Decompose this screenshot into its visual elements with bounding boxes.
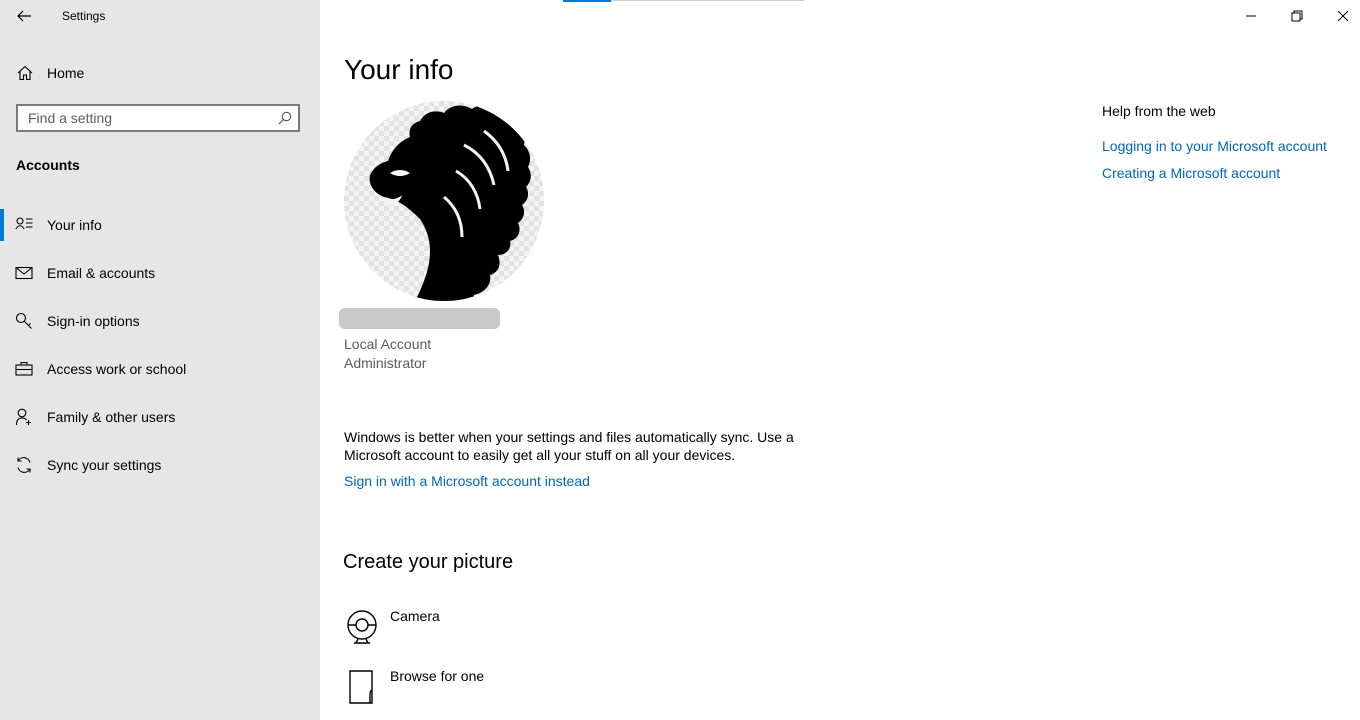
sidebar-item-label: Your info <box>47 217 102 233</box>
sidebar-item-label: Sign-in options <box>47 313 140 329</box>
sidebar-item-label: Sync your settings <box>47 457 162 473</box>
close-icon <box>1337 10 1349 22</box>
key-icon <box>15 312 32 329</box>
camera-icon <box>347 610 377 644</box>
user-info-icon <box>15 217 33 230</box>
help-link-logging-in[interactable]: Logging in to your Microsoft account <box>1102 138 1327 154</box>
help-from-web-heading: Help from the web <box>1102 103 1216 119</box>
sidebar-item-access-work-or-school[interactable]: Access work or school <box>0 349 320 389</box>
mail-icon <box>15 266 33 280</box>
restore-icon <box>1291 10 1303 22</box>
window-title: Settings <box>62 9 106 23</box>
help-link-creating-account[interactable]: Creating a Microsoft account <box>1102 165 1280 181</box>
minimize-button[interactable] <box>1228 0 1274 32</box>
top-scroll-indicator-thumb <box>563 0 611 2</box>
sidebar-item-email-accounts[interactable]: Email & accounts <box>0 253 320 293</box>
top-scroll-indicator <box>563 0 804 2</box>
sidebar-item-sign-in-options[interactable]: Sign-in options <box>0 301 320 341</box>
home-label: Home <box>47 65 85 81</box>
create-picture-heading: Create your picture <box>343 551 514 573</box>
sync-description: Windows is better when your settings and… <box>344 429 794 463</box>
lion-head-avatar-icon <box>369 105 531 301</box>
briefcase-icon <box>15 361 33 376</box>
sync-icon <box>17 457 31 473</box>
minimize-icon <box>1246 15 1256 17</box>
close-button[interactable] <box>1320 0 1360 32</box>
sidebar-item-your-info[interactable]: Your info <box>0 205 320 245</box>
sign-in-microsoft-link[interactable]: Sign in with a Microsoft account instead <box>344 473 590 489</box>
sidebar-item-label: Access work or school <box>47 361 187 377</box>
page-title: Your info <box>344 54 454 85</box>
home-icon <box>17 65 33 81</box>
restore-button[interactable] <box>1274 0 1320 32</box>
sidebar: Settings Home Accounts Your info Email &… <box>0 0 320 720</box>
sidebar-item-family-other-users[interactable]: Family & other users <box>0 397 320 437</box>
back-button[interactable] <box>12 4 36 28</box>
camera-label: Camera <box>390 608 440 624</box>
section-heading-accounts: Accounts <box>16 157 80 173</box>
back-arrow-icon <box>17 10 31 22</box>
search-icon[interactable] <box>278 111 292 125</box>
sidebar-item-sync-your-settings[interactable]: Sync your settings <box>0 445 320 485</box>
main-content: Your info Local Account Administrator Wi… <box>320 0 1360 720</box>
account-role: Administrator <box>344 355 427 371</box>
browse-for-one-label: Browse for one <box>390 668 485 684</box>
browse-for-one-option[interactable]: Browse for one <box>344 668 644 712</box>
sidebar-item-home[interactable]: Home <box>0 57 320 89</box>
person-add-icon <box>15 408 31 426</box>
account-type: Local Account <box>344 336 432 352</box>
search-input[interactable] <box>18 106 278 130</box>
sidebar-item-label: Family & other users <box>47 409 176 425</box>
avatar <box>344 101 544 301</box>
browse-file-icon <box>349 670 373 704</box>
search-box <box>16 104 300 132</box>
camera-option[interactable]: Camera <box>344 608 644 652</box>
sidebar-item-label: Email & accounts <box>47 265 156 281</box>
username-redacted <box>339 308 500 329</box>
